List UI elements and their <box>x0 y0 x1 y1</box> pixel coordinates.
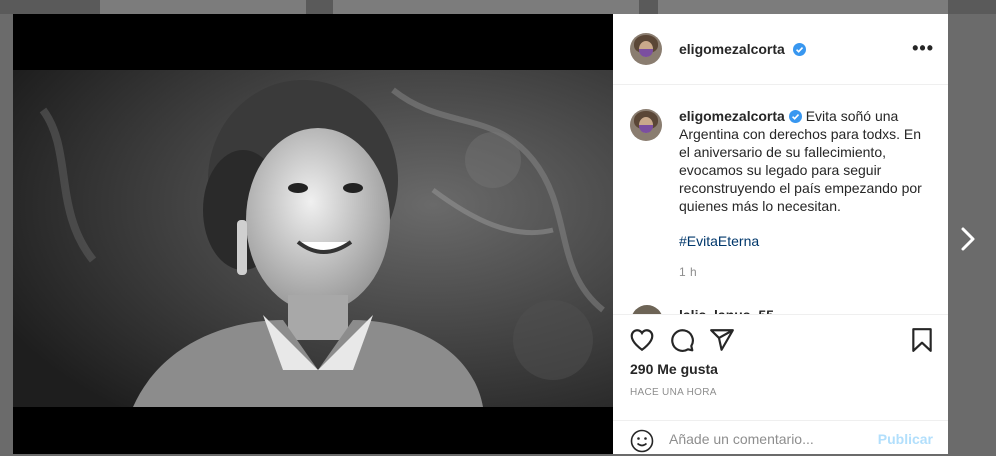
commenter-username[interactable]: lalis_lanus_55 <box>679 307 774 314</box>
post-actions: 290 Me gusta HACE UNA HORA Publicar <box>613 314 948 455</box>
avatar[interactable] <box>630 33 662 65</box>
heart-icon[interactable] <box>629 327 655 353</box>
post-photo <box>13 70 613 407</box>
post-sidebar: eligomezalcorta ••• eligomezalcorta Evit… <box>613 14 948 454</box>
add-comment-bar: Publicar <box>613 420 948 456</box>
comment-time[interactable]: 1 h <box>679 265 697 279</box>
likes-count[interactable]: 290 Me gusta <box>630 361 718 377</box>
hashtag-link[interactable]: #EvitaEterna <box>679 233 759 249</box>
verified-badge-icon <box>788 110 802 123</box>
caption-username[interactable]: eligomezalcorta <box>679 108 785 124</box>
comments-section: eligomezalcorta Evita soñó una Argentina… <box>613 85 948 314</box>
caption-avatar[interactable] <box>630 109 662 141</box>
comment-input[interactable] <box>669 431 869 447</box>
comment-row: lalis_lanus_55 <box>631 303 931 314</box>
commenter-avatar[interactable] <box>631 305 663 314</box>
background-thumbnail <box>658 0 948 14</box>
verified-badge-icon <box>793 43 807 56</box>
post-timestamp[interactable]: HACE UNA HORA <box>630 387 717 398</box>
publish-button[interactable]: Publicar <box>878 431 933 447</box>
more-options-icon[interactable]: ••• <box>912 38 934 59</box>
paper-plane-icon[interactable] <box>709 327 735 353</box>
post-modal: eligomezalcorta ••• eligomezalcorta Evit… <box>13 14 948 454</box>
post-media[interactable] <box>13 14 613 454</box>
background-thumbnail <box>100 0 306 14</box>
username-link[interactable]: eligomezalcorta <box>679 41 785 57</box>
background-thumbnail <box>333 0 639 14</box>
header-user: eligomezalcorta <box>679 41 807 59</box>
bookmark-icon[interactable] <box>909 327 935 353</box>
post-header: eligomezalcorta ••• <box>613 14 948 85</box>
post-caption: eligomezalcorta Evita soñó una Argentina… <box>679 107 929 215</box>
smiley-icon[interactable] <box>630 429 654 453</box>
chevron-right-icon[interactable] <box>958 226 978 252</box>
background-feed-strip <box>0 0 996 14</box>
comment-icon[interactable] <box>669 327 695 353</box>
